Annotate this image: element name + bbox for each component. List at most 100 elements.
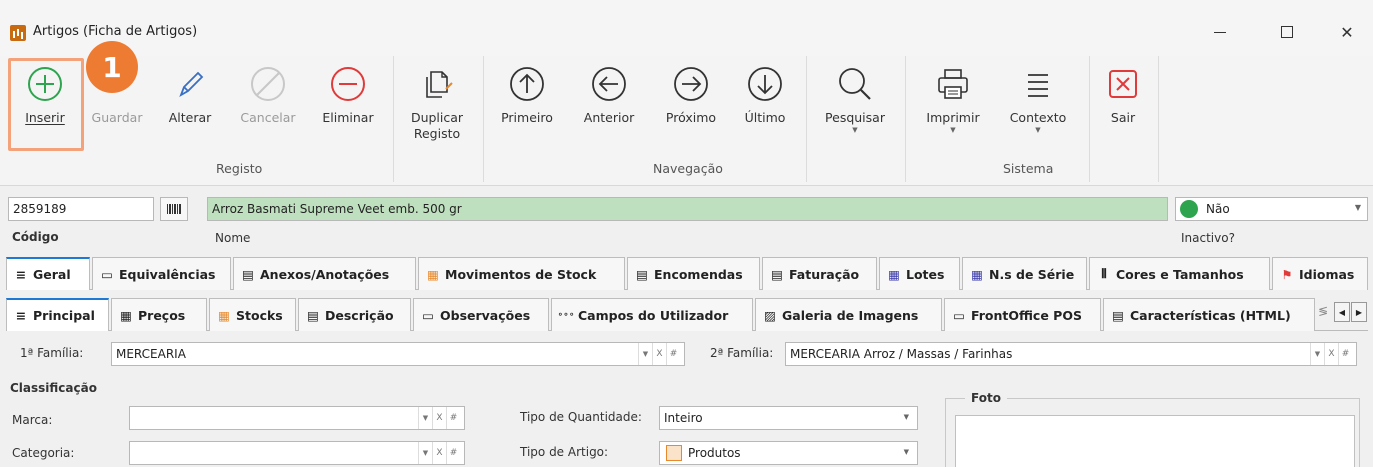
tipo-quantidade-label: Tipo de Quantidade: (520, 410, 642, 424)
alterar-button[interactable]: Alterar (160, 64, 220, 126)
hash-icon[interactable]: # (446, 442, 460, 464)
imprimir-label: Imprimir (926, 110, 980, 125)
tab-movimentos-stock[interactable]: ▦ Movimentos de Stock (418, 257, 625, 290)
familia2-value: MERCEARIA Arroz / Massas / Farinhas (790, 347, 1013, 361)
tab-scroll-right-button[interactable]: ▶ (1351, 302, 1367, 322)
ultimo-button[interactable]: Último (734, 64, 796, 126)
doc-icon: ▤ (771, 266, 783, 282)
foto-image-area[interactable] (955, 415, 1355, 467)
arrow-right-circle-icon (671, 64, 711, 104)
contexto-button[interactable]: Contexto ▼ (1000, 64, 1076, 134)
ribbon-separator (1089, 56, 1090, 182)
proximo-button[interactable]: Próximo (656, 64, 726, 126)
printer-icon (933, 64, 973, 104)
duplicar-label: Duplicar Registo (398, 110, 476, 142)
tab-scroll-left-button[interactable]: ◀ (1334, 302, 1350, 322)
tab-descricao[interactable]: ▤ Descrição (298, 298, 411, 331)
tab-caracteristicas-html[interactable]: ▤ Características (HTML) (1103, 298, 1315, 331)
barcode-button[interactable] (160, 197, 188, 221)
sair-label: Sair (1110, 110, 1136, 125)
chevron-left-icon: ◀ (1338, 307, 1346, 317)
pencil-icon (170, 64, 210, 104)
tipo-artigo-select[interactable]: Produtos ▼ (659, 441, 918, 465)
maximize-button[interactable] (1267, 18, 1307, 46)
nome-input[interactable]: Arroz Basmati Supreme Veet emb. 500 gr (207, 197, 1168, 221)
clear-x-icon[interactable]: X (652, 343, 666, 365)
highlight-frame (8, 58, 84, 151)
familia1-combo[interactable]: MERCEARIA ▼ X # (111, 342, 685, 366)
anterior-button[interactable]: Anterior (574, 64, 644, 126)
duplicar-registo-button[interactable]: Duplicar Registo (398, 64, 476, 142)
list-icon: ▤ (307, 307, 319, 323)
tab-anexos-anotacoes[interactable]: ▤ Anexos/Anotações (233, 257, 416, 290)
hash-icon[interactable]: # (446, 407, 460, 429)
search-icon (835, 64, 875, 104)
marca-combo[interactable]: ▼ X # (129, 406, 465, 430)
tab-faturacao[interactable]: ▤ Faturação (762, 257, 877, 290)
hash-icon[interactable]: # (666, 343, 680, 365)
familia2-combo[interactable]: MERCEARIA Arroz / Massas / Farinhas ▼ X … (785, 342, 1357, 366)
dropdown-arrow-icon[interactable]: ▼ (418, 442, 432, 464)
tab-idiomas[interactable]: ⚑ Idiomas (1272, 257, 1368, 290)
alterar-label: Alterar (168, 110, 212, 125)
tab-galeria-imagens[interactable]: ▨ Galeria de Imagens (755, 298, 942, 331)
dropdown-arrow-icon[interactable]: ▼ (418, 407, 432, 429)
tipo-quantidade-select[interactable]: Inteiro ▼ (659, 406, 918, 430)
clear-x-icon[interactable]: X (432, 442, 446, 464)
maximize-icon (1281, 26, 1293, 38)
title-bar: Artigos (Ficha de Artigos) ✕ (0, 0, 1373, 56)
guardar-button[interactable]: Guardar (86, 64, 148, 126)
tab-equivalencias[interactable]: ▭ Equivalências (92, 257, 231, 290)
ribbon-separator (905, 56, 906, 182)
eliminar-button[interactable]: Eliminar (312, 64, 384, 126)
imprimir-button[interactable]: Imprimir ▼ (918, 64, 988, 134)
tab-frontoffice-pos[interactable]: ▭ FrontOffice POS (944, 298, 1101, 331)
tab-principal[interactable]: ≡ Principal (6, 298, 109, 331)
app-chart-icon (10, 25, 26, 41)
clear-x-icon[interactable]: X (432, 407, 446, 429)
ribbon-separator (1158, 56, 1159, 182)
tab-precos[interactable]: ▦ Preços (111, 298, 207, 331)
calc-icon: ▦ (120, 307, 132, 323)
tab-geral[interactable]: ≡ Geral (6, 257, 90, 290)
main-tab-row: ≡ Geral ▭ Equivalências ▤ Anexos/Anotações … (6, 257, 1368, 290)
contexto-label: Contexto (1009, 110, 1067, 125)
tab-stocks[interactable]: ▦ Stocks (209, 298, 296, 331)
tab-ns-serie[interactable]: ▦ N.s de Série (962, 257, 1087, 290)
tab-cores-tamanhos[interactable]: ⦀ Cores e Tamanhos (1089, 257, 1270, 290)
primeiro-button[interactable]: Primeiro (494, 64, 560, 126)
eliminar-label: Eliminar (322, 110, 374, 125)
tab-lotes[interactable]: ▦ Lotes (879, 257, 960, 290)
sair-button[interactable]: Sair (1096, 64, 1150, 126)
tab-encomendas[interactable]: ▤ Encomendas (627, 257, 760, 290)
duplicar-label-line2: Registo (413, 126, 461, 141)
dropdown-arrow-icon[interactable]: ▼ (638, 343, 652, 365)
dropdown-arrow-icon: ▼ (950, 126, 956, 134)
dropdown-arrow-icon[interactable]: ▼ (1310, 343, 1324, 365)
minus-circle-icon (328, 64, 368, 104)
tab-observacoes[interactable]: ▭ Observações (413, 298, 549, 331)
pesquisar-button[interactable]: Pesquisar ▼ (814, 64, 896, 134)
tipo-artigo-label: Tipo de Artigo: (520, 445, 609, 459)
arrow-down-circle-icon (745, 64, 785, 104)
inactivo-select[interactable]: Não ▼ (1175, 197, 1368, 221)
familia1-label: 1ª Família: (20, 346, 84, 360)
barcode-icon: ⦀ (1101, 266, 1107, 281)
pesquisar-label: Pesquisar (825, 110, 885, 125)
group-label-sistema: Sistema (1003, 161, 1054, 176)
doc-icon: ▤ (636, 266, 648, 282)
tab-campos-utilizador[interactable]: ∘∘∘ Campos do Utilizador (551, 298, 753, 331)
close-window-button[interactable]: ✕ (1327, 18, 1367, 46)
minimize-button[interactable] (1200, 18, 1240, 46)
hash-icon[interactable]: # (1338, 343, 1352, 365)
lines-icon: ≡ (15, 308, 27, 323)
classificacao-heading: Classificação (10, 381, 97, 395)
clear-x-icon[interactable]: X (1324, 343, 1338, 365)
codigo-input[interactable]: 2859189 (8, 197, 154, 221)
categoria-combo[interactable]: ▼ X # (129, 441, 465, 465)
duplicar-label-line1: Duplicar (410, 110, 464, 125)
inactivo-label: Inactivo? (1181, 231, 1235, 245)
cancelar-button[interactable]: Cancelar (232, 64, 304, 126)
dots-icon: ∘∘∘ (557, 310, 575, 320)
sub-tab-row: ≡ Principal ▦ Preços ▦ Stocks ▤ Descrição ▭ O… (6, 298, 1368, 331)
